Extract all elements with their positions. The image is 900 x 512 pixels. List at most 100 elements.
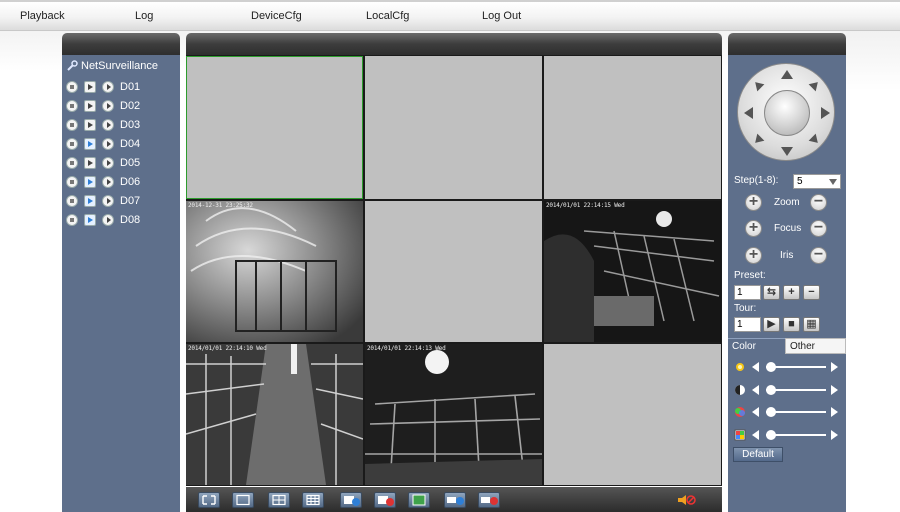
video-cell-2[interactable] bbox=[365, 56, 542, 199]
increase-icon[interactable] bbox=[831, 407, 838, 417]
video-cell-1[interactable] bbox=[186, 56, 363, 199]
slider-knob[interactable] bbox=[766, 430, 776, 440]
record-icon[interactable] bbox=[66, 119, 78, 131]
stream-icon[interactable] bbox=[102, 100, 114, 112]
ptz-up-left-icon[interactable] bbox=[751, 78, 765, 92]
play-icon[interactable] bbox=[84, 214, 96, 226]
contrast-slider[interactable] bbox=[734, 383, 842, 397]
record-icon[interactable] bbox=[66, 81, 78, 93]
hue-slider[interactable] bbox=[734, 428, 842, 442]
tour-start-button[interactable]: ▶ bbox=[763, 317, 780, 332]
increase-icon[interactable] bbox=[831, 385, 838, 395]
layout-4-button[interactable] bbox=[268, 492, 290, 508]
preset-remove-button[interactable]: − bbox=[803, 285, 820, 300]
play-icon[interactable] bbox=[84, 119, 96, 131]
decrease-icon[interactable] bbox=[752, 430, 759, 440]
device-row-d06[interactable]: D06 bbox=[66, 175, 140, 189]
focus-out-button[interactable]: − bbox=[810, 220, 827, 237]
menu-localcfg[interactable]: LocalCfg bbox=[366, 10, 409, 22]
fullscreen-button[interactable] bbox=[198, 492, 220, 508]
record-icon[interactable] bbox=[66, 176, 78, 188]
layout-9-button[interactable] bbox=[302, 492, 324, 508]
stream-icon[interactable] bbox=[102, 214, 114, 226]
video-cell-8[interactable]: 2014/01/01 22:14:13 Wed bbox=[365, 344, 542, 485]
snapshot-button[interactable] bbox=[408, 492, 430, 508]
record-icon[interactable] bbox=[66, 214, 78, 226]
record-all-button[interactable] bbox=[444, 492, 466, 508]
preset-add-button[interactable]: + bbox=[783, 285, 800, 300]
device-row-d08[interactable]: D08 bbox=[66, 213, 140, 227]
ptz-down-right-icon[interactable] bbox=[808, 133, 822, 147]
layout-1-button[interactable] bbox=[232, 492, 254, 508]
preset-goto-button[interactable]: ⇆ bbox=[763, 285, 780, 300]
device-row-d07[interactable]: D07 bbox=[66, 194, 140, 208]
slider-knob[interactable] bbox=[766, 362, 776, 372]
slider-knob[interactable] bbox=[766, 407, 776, 417]
saturation-slider[interactable] bbox=[734, 405, 842, 419]
ptz-direction-pad[interactable] bbox=[737, 63, 835, 161]
close-all-button[interactable] bbox=[374, 492, 396, 508]
device-row-d03[interactable]: D03 bbox=[66, 118, 140, 132]
focus-in-button[interactable]: + bbox=[745, 220, 762, 237]
increase-icon[interactable] bbox=[831, 362, 838, 372]
slider-knob[interactable] bbox=[766, 385, 776, 395]
menu-log[interactable]: Log bbox=[135, 10, 153, 22]
video-cell-4[interactable]: 2014-12-31 23:25:32 bbox=[186, 201, 363, 342]
video-cell-9[interactable] bbox=[544, 344, 721, 485]
video-cell-5[interactable] bbox=[365, 201, 542, 342]
ptz-down-icon[interactable] bbox=[781, 147, 793, 156]
record-icon[interactable] bbox=[66, 100, 78, 112]
decrease-icon[interactable] bbox=[752, 407, 759, 417]
stream-icon[interactable] bbox=[102, 157, 114, 169]
tour-grid-button[interactable]: ▦ bbox=[803, 317, 820, 332]
stream-icon[interactable] bbox=[102, 138, 114, 150]
ptz-up-right-icon[interactable] bbox=[808, 78, 822, 92]
play-icon[interactable] bbox=[84, 157, 96, 169]
device-row-d02[interactable]: D02 bbox=[66, 99, 140, 113]
record-icon[interactable] bbox=[66, 157, 78, 169]
stream-icon[interactable] bbox=[102, 81, 114, 93]
device-row-d01[interactable]: D01 bbox=[66, 80, 140, 94]
menu-devicecfg[interactable]: DeviceCfg bbox=[251, 10, 302, 22]
zoom-in-button[interactable]: + bbox=[745, 194, 762, 211]
play-icon[interactable] bbox=[84, 195, 96, 207]
menu-playback[interactable]: Playback bbox=[20, 10, 65, 22]
play-icon[interactable] bbox=[84, 176, 96, 188]
tour-stop-button[interactable]: ■ bbox=[783, 317, 800, 332]
step-select[interactable]: 5 bbox=[793, 174, 841, 189]
ptz-up-icon[interactable] bbox=[781, 70, 793, 79]
device-row-d05[interactable]: D05 bbox=[66, 156, 140, 170]
tour-input[interactable]: 1 bbox=[734, 317, 761, 332]
video-cell-6[interactable]: 2014/01/01 22:14:15 Wed bbox=[544, 201, 721, 342]
video-cell-3[interactable] bbox=[544, 56, 721, 199]
increase-icon[interactable] bbox=[831, 430, 838, 440]
default-button[interactable]: Default bbox=[733, 447, 783, 462]
open-all-button[interactable] bbox=[340, 492, 362, 508]
stream-icon[interactable] bbox=[102, 119, 114, 131]
ptz-right-icon[interactable] bbox=[821, 107, 830, 119]
mute-button[interactable] bbox=[676, 492, 696, 508]
record-icon[interactable] bbox=[66, 195, 78, 207]
device-row-d04[interactable]: D04 bbox=[66, 137, 140, 151]
stream-icon[interactable] bbox=[102, 195, 114, 207]
ptz-center-button[interactable] bbox=[764, 90, 810, 136]
iris-close-button[interactable]: − bbox=[810, 247, 827, 264]
menu-logout[interactable]: Log Out bbox=[482, 10, 521, 22]
stop-record-button[interactable] bbox=[478, 492, 500, 508]
tree-root[interactable]: NetSurveillance bbox=[66, 59, 158, 73]
brightness-slider[interactable] bbox=[734, 360, 842, 374]
iris-open-button[interactable]: + bbox=[745, 247, 762, 264]
decrease-icon[interactable] bbox=[752, 385, 759, 395]
tab-other[interactable]: Other bbox=[785, 338, 846, 354]
play-icon[interactable] bbox=[84, 138, 96, 150]
record-icon[interactable] bbox=[66, 138, 78, 150]
ptz-left-icon[interactable] bbox=[744, 107, 753, 119]
decrease-icon[interactable] bbox=[752, 362, 759, 372]
play-icon[interactable] bbox=[84, 100, 96, 112]
stream-icon[interactable] bbox=[102, 176, 114, 188]
preset-input[interactable]: 1 bbox=[734, 285, 761, 300]
play-icon[interactable] bbox=[84, 81, 96, 93]
zoom-out-button[interactable]: − bbox=[810, 194, 827, 211]
tab-color[interactable]: Color bbox=[728, 338, 785, 354]
video-cell-7[interactable]: 2014/01/01 22:14:10 Wed bbox=[186, 344, 363, 485]
